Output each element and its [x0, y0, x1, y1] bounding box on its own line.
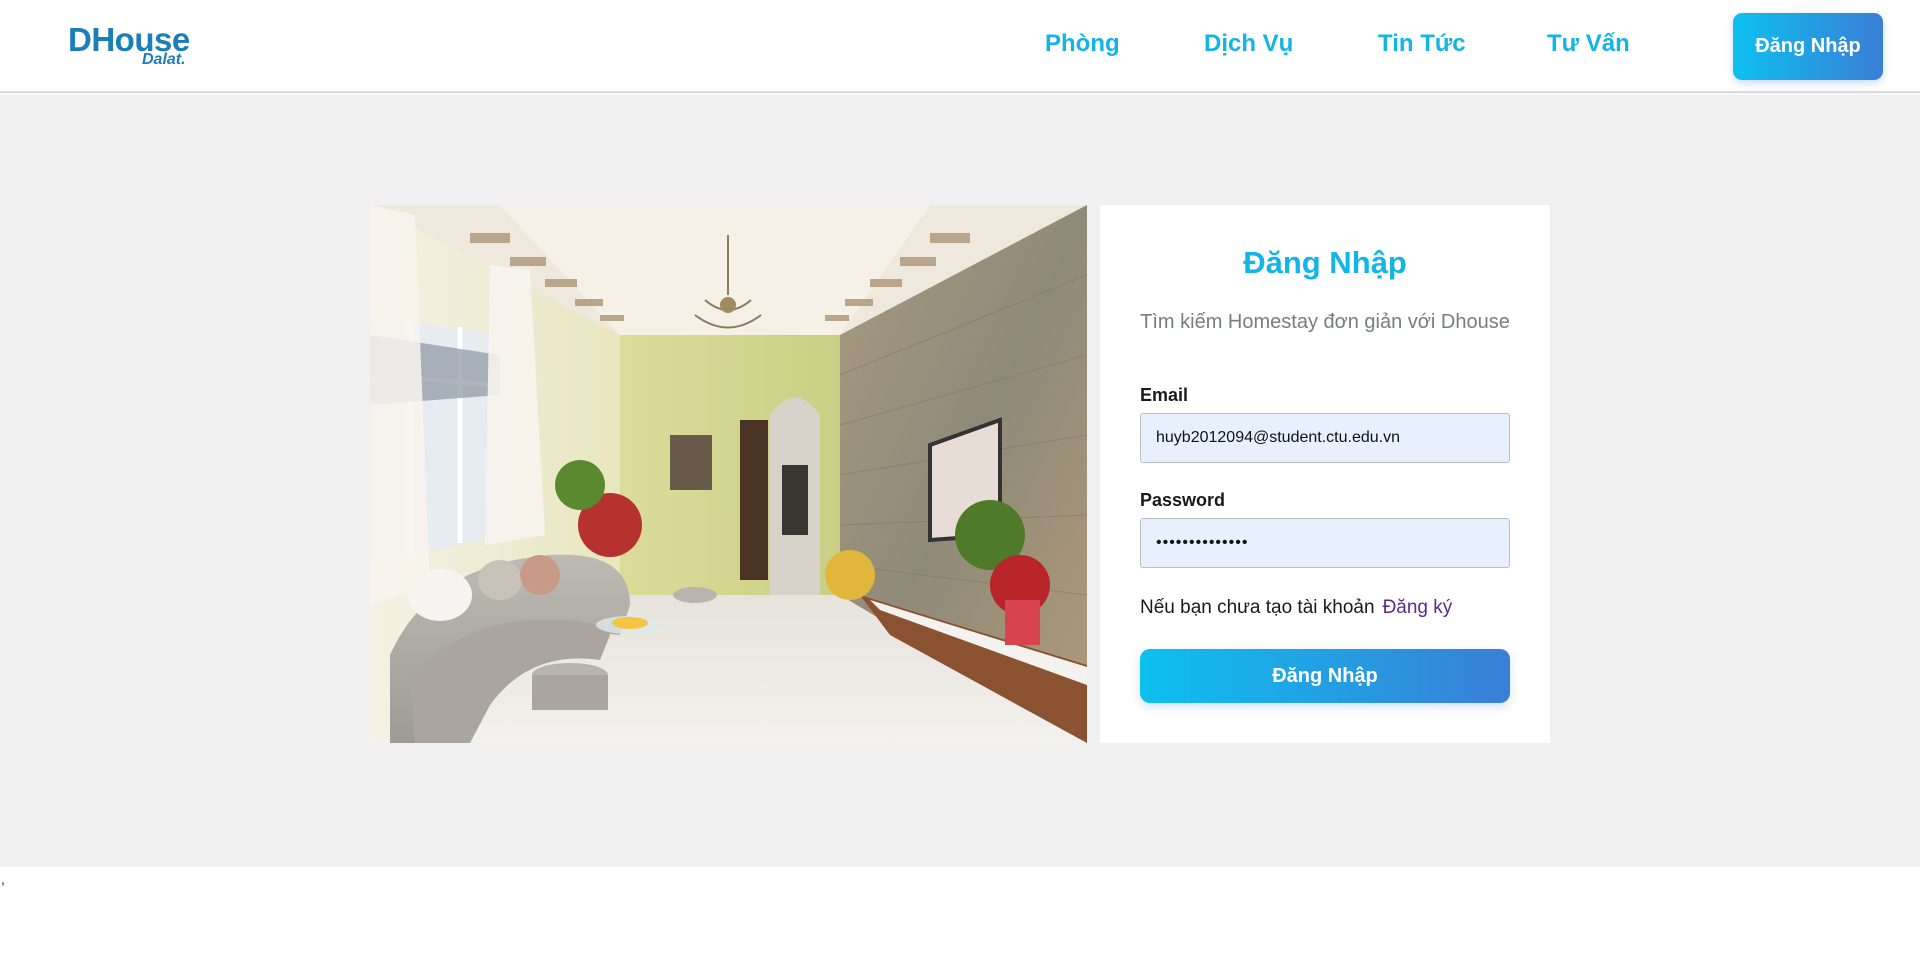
register-prompt-text: Nếu bạn chưa tạo tài khoản — [1140, 597, 1375, 618]
nav-item-tin-tuc[interactable]: Tin Tức — [1378, 24, 1466, 64]
register-link[interactable]: Đăng ký — [1383, 597, 1453, 618]
dhouse-logo[interactable]: DHouse Dalat. — [68, 22, 198, 72]
footer-stray-text: , — [1, 871, 5, 887]
password-label: Password — [1140, 490, 1226, 510]
register-prompt-row: Nếu bạn chưa tạo tài khoản Đăng ký — [1140, 597, 1452, 619]
login-card: Đăng Nhập Tìm kiếm Homestay đơn giản với… — [1100, 205, 1550, 743]
login-subtitle: Tìm kiếm Homestay đơn giản với Dhouse — [1140, 311, 1510, 333]
login-submit-button[interactable]: Đăng Nhập — [1140, 649, 1510, 703]
nav-item-dich-vu[interactable]: Dịch Vụ — [1204, 24, 1293, 64]
nav-item-tu-van[interactable]: Tư Vấn — [1547, 24, 1630, 64]
email-field[interactable]: huyb2012094@student.ctu.edu.vn — [1140, 413, 1510, 463]
logo-tagline: Dalat. — [142, 51, 186, 68]
header-login-button[interactable]: Đăng Nhập — [1733, 13, 1883, 80]
homestay-living-room-photo — [370, 205, 1087, 743]
email-label: Email — [1140, 385, 1189, 405]
login-title: Đăng Nhập — [1243, 245, 1407, 280]
site-header: DHouse Dalat. Phòng Dịch Vụ Tin Tức Tư V… — [0, 0, 1920, 93]
nav-item-phong[interactable]: Phòng — [1045, 24, 1120, 64]
password-field[interactable]: •••••••••••••• — [1140, 518, 1510, 568]
